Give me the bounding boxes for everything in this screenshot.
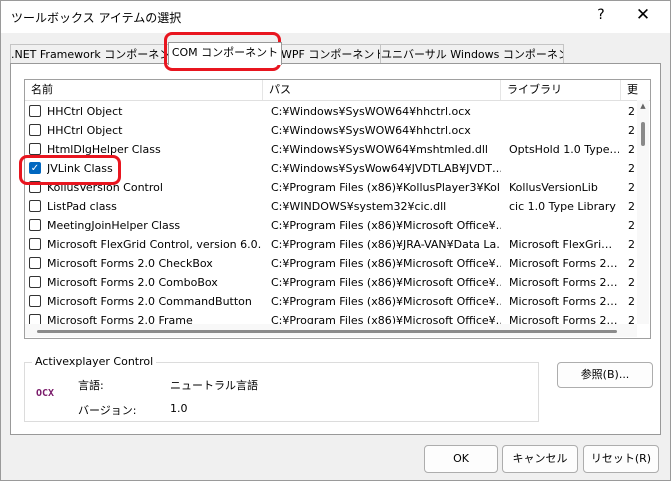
- column-header-date[interactable]: 更: [621, 80, 650, 100]
- cell-name: MeetingJoinHelper Class: [47, 219, 181, 232]
- cell-name: JVLink Class: [47, 162, 113, 175]
- tab-universal-windows[interactable]: ユニバーサル Windows コンポーネント: [380, 44, 564, 64]
- list-item[interactable]: HHCtrl Object C:¥Windows¥SysWOW64¥hhctrl.…: [25, 102, 637, 121]
- tab-wpf-components[interactable]: WPF コンポーネント: [280, 44, 382, 64]
- cell-name: ListPad class: [47, 200, 117, 213]
- language-label: 言語:: [78, 379, 104, 392]
- checkbox[interactable]: [29, 257, 41, 269]
- cell-name: Microsoft FlexGrid Control, version 6.0…: [47, 238, 261, 251]
- list-item[interactable]: Microsoft Forms 2.0 CheckBox C:¥Program F…: [25, 254, 637, 273]
- cell-name: Microsoft Forms 2.0 CheckBox: [47, 257, 213, 270]
- checkbox-checked-icon[interactable]: ✓: [29, 162, 41, 174]
- checkbox[interactable]: [29, 105, 41, 117]
- cell-library: Microsoft Forms 2…: [509, 276, 618, 289]
- cell-library: OptsHold 1.0 Type…: [509, 143, 619, 156]
- cell-path: C:¥Program Files (x86)¥Microsoft Office¥…: [271, 295, 501, 308]
- cell-path: C:¥Windows¥SysWOW64¥mshtmled.dll: [271, 143, 488, 156]
- column-header-path[interactable]: パス: [263, 80, 501, 100]
- cell-path: C:¥Program Files (x86)¥Microsoft Office¥…: [271, 219, 501, 232]
- cancel-button[interactable]: キャンセル: [502, 445, 578, 473]
- list-item[interactable]: ✓ JVLink Class C:¥Windows¥SysWow64¥JVDTLAB…: [25, 159, 637, 178]
- details-group-title: Activexplayer Control: [32, 355, 157, 368]
- list-item[interactable]: KollusVersion Control C:¥Program Files (x…: [25, 178, 637, 197]
- cell-library: Microsoft Forms 2…: [509, 257, 618, 270]
- cell-library: cic 1.0 Type Library: [509, 200, 616, 213]
- cell-path: C:¥Windows¥SysWOW64¥hhctrl.ocx: [271, 124, 471, 137]
- checkbox[interactable]: [29, 219, 41, 231]
- list-rows: HHCtrl Object C:¥Windows¥SysWOW64¥hhctrl.…: [25, 102, 637, 330]
- component-list[interactable]: 名前 パス ライブラリ 更 HHCtrl Object C:¥Windows¥Sy…: [24, 79, 651, 339]
- checkbox[interactable]: [29, 124, 41, 136]
- horizontal-scroll-thumb[interactable]: [37, 330, 617, 333]
- browse-button[interactable]: 参照(B)...: [557, 362, 653, 388]
- cell-name: Microsoft Forms 2.0 CommandButton: [47, 295, 252, 308]
- cell-name: KollusVersion Control: [47, 181, 163, 194]
- cell-name: HHCtrl Object: [47, 105, 123, 118]
- cell-name: Microsoft Forms 2.0 ComboBox: [47, 276, 218, 289]
- checkbox[interactable]: [29, 200, 41, 212]
- list-item[interactable]: HHCtrl Object C:¥Windows¥SysWOW64¥hhctrl.…: [25, 121, 637, 140]
- cell-name: HHCtrl Object: [47, 124, 123, 137]
- cell-path: C:¥Program Files (x86)¥Microsoft Office¥…: [271, 276, 501, 289]
- column-header-library[interactable]: ライブラリ: [501, 80, 621, 100]
- checkbox[interactable]: [29, 238, 41, 250]
- list-item[interactable]: ListPad class C:¥WINDOWS¥system32¥cic.dll…: [25, 197, 637, 216]
- scroll-up-icon[interactable]: ▲: [637, 102, 649, 110]
- tab-com-components[interactable]: COM コンポーネント: [168, 42, 282, 65]
- cell-path: C:¥Windows¥SysWow64¥JVDTLAB¥JVDT…: [271, 162, 501, 175]
- cell-library: KollusVersionLib: [509, 181, 598, 194]
- help-button[interactable]: ?: [591, 7, 611, 27]
- window-title: ツールボックス アイテムの選択: [11, 11, 182, 25]
- close-button[interactable]: ✕: [631, 5, 655, 27]
- ocx-icon: OCX: [36, 388, 55, 399]
- cell-library: [509, 121, 619, 140]
- tab-net-framework[interactable]: .NET Framework コンポーネント: [10, 44, 170, 64]
- checkbox[interactable]: [29, 295, 41, 307]
- list-item[interactable]: MeetingJoinHelper Class C:¥Program Files …: [25, 216, 637, 235]
- vertical-scroll-thumb[interactable]: [641, 122, 645, 146]
- list-item[interactable]: Microsoft Forms 2.0 ComboBox C:¥Program F…: [25, 273, 637, 292]
- cell-name: HtmlDlgHelper Class: [47, 143, 161, 156]
- cell-path: C:¥Windows¥SysWOW64¥hhctrl.ocx: [271, 105, 471, 118]
- list-item[interactable]: HtmlDlgHelper Class C:¥Windows¥SysWOW64¥m…: [25, 140, 637, 159]
- list-item[interactable]: Microsoft Forms 2.0 CommandButton C:¥Prog…: [25, 292, 637, 311]
- cell-path: C:¥Program Files (x86)¥JRA-VAN¥Data La…: [271, 238, 501, 251]
- horizontal-scrollbar[interactable]: [25, 324, 637, 337]
- version-label: バージョン:: [78, 404, 137, 417]
- title-bar: ツールボックス アイテムの選択 ? ✕: [1, 1, 670, 33]
- cell-path: C:¥Program Files (x86)¥KollusPlayer3¥Kol…: [271, 181, 501, 194]
- version-value: 1.0: [170, 402, 188, 415]
- list-header: 名前 パス ライブラリ 更: [25, 80, 650, 101]
- cell-path: C:¥WINDOWS¥system32¥cic.dll: [271, 200, 447, 213]
- language-value: ニュートラル言語: [170, 379, 258, 392]
- cell-library: Microsoft Forms 2…: [509, 295, 618, 308]
- cell-path: C:¥Program Files (x86)¥Microsoft Office¥…: [271, 257, 501, 270]
- column-header-name[interactable]: 名前: [25, 80, 263, 100]
- ok-button[interactable]: OK: [424, 445, 498, 473]
- checkbox[interactable]: [29, 276, 41, 288]
- cell-library: Microsoft FlexGri…: [509, 238, 613, 251]
- cell-library: [509, 216, 619, 235]
- vertical-scrollbar[interactable]: ▲: [637, 100, 649, 324]
- cell-library: [509, 102, 619, 121]
- checkbox[interactable]: [29, 181, 41, 193]
- reset-button[interactable]: リセット(R): [583, 445, 659, 473]
- cell-library: [509, 159, 619, 178]
- list-item[interactable]: Microsoft FlexGrid Control, version 6.0……: [25, 235, 637, 254]
- checkbox[interactable]: [29, 143, 41, 155]
